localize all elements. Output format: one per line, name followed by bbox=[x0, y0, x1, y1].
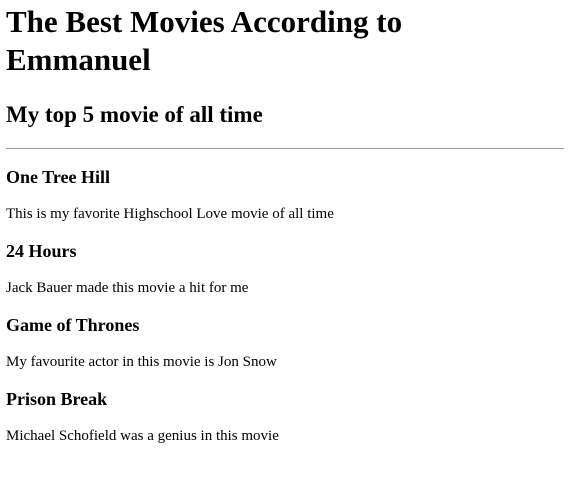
movie-item-prison-break: Prison Break Michael Schofield was a gen… bbox=[6, 388, 564, 445]
movie-title: One Tree Hill bbox=[6, 167, 110, 187]
movie-title: Prison Break bbox=[6, 389, 108, 409]
movie-title: Game of Thrones bbox=[6, 315, 140, 335]
movie-list: One Tree Hill This is my favorite Highsc… bbox=[6, 166, 564, 445]
movie-description: Jack Bauer made this movie a hit for me bbox=[6, 280, 249, 296]
movie-item-game-of-thrones: Game of Thrones My favourite actor in th… bbox=[6, 314, 564, 371]
movie-description: My favourite actor in this movie is Jon … bbox=[6, 354, 277, 370]
movie-description: Michael Schofield was a genius in this m… bbox=[6, 428, 279, 444]
movie-title: 24 Hours bbox=[6, 241, 77, 261]
movie-item-24-hours: 24 Hours Jack Bauer made this movie a hi… bbox=[6, 240, 564, 297]
movie-item-one-tree-hill: One Tree Hill This is my favorite Highsc… bbox=[6, 166, 564, 223]
divider bbox=[6, 148, 564, 149]
page-subtitle: My top 5 movie of all time bbox=[6, 102, 263, 127]
movie-description: This is my favorite Highschool Love movi… bbox=[6, 206, 334, 222]
page-content: The Best Movies According to Emmanuel My… bbox=[0, 3, 572, 445]
page-title: The Best Movies According to Emmanuel bbox=[6, 4, 403, 77]
